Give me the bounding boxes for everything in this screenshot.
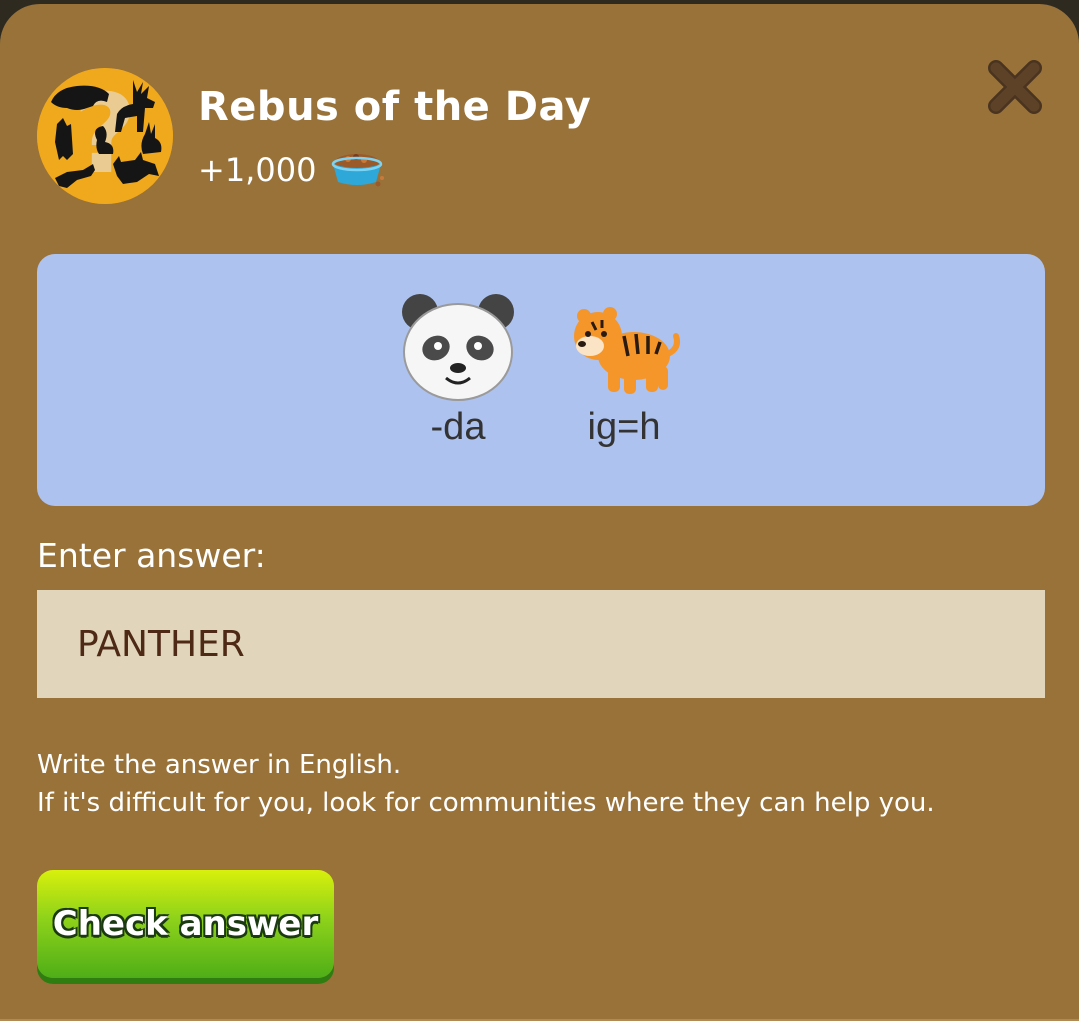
dialog-title: Rebus of the Day <box>198 84 592 130</box>
instructions-text: Write the answer in English. If it's dif… <box>37 746 935 822</box>
panda-emoji <box>402 294 514 401</box>
answer-label: Enter answer: <box>37 536 266 575</box>
close-icon <box>988 60 1042 114</box>
instructions-line-2: If it's difficult for you, look for comm… <box>37 788 935 818</box>
rebus-puzzle-panel: -da ig=h <box>37 254 1045 506</box>
reward-value: +1,000 <box>198 151 317 189</box>
rebus-hint: -da <box>430 406 486 448</box>
close-button[interactable] <box>982 54 1048 120</box>
instructions-line-1: Write the answer in English. <box>37 750 402 780</box>
rebus-dialog: ? Rebus of the Day +1,000 <box>0 4 1079 1021</box>
animal-silhouettes-question-icon: ? <box>37 68 173 204</box>
rebus-hint: ig=h <box>587 406 661 448</box>
rebus-item-panda: -da <box>388 292 528 449</box>
pet-food-bowl-icon <box>332 154 385 187</box>
tiger-emoji <box>574 307 680 394</box>
reward-amount: +1,000 <box>198 148 386 192</box>
check-answer-button[interactable]: Check answer <box>37 870 334 978</box>
answer-input[interactable] <box>37 590 1045 698</box>
check-answer-label: Check answer <box>52 904 319 944</box>
rebus-item-tiger: ig=h <box>554 292 694 449</box>
